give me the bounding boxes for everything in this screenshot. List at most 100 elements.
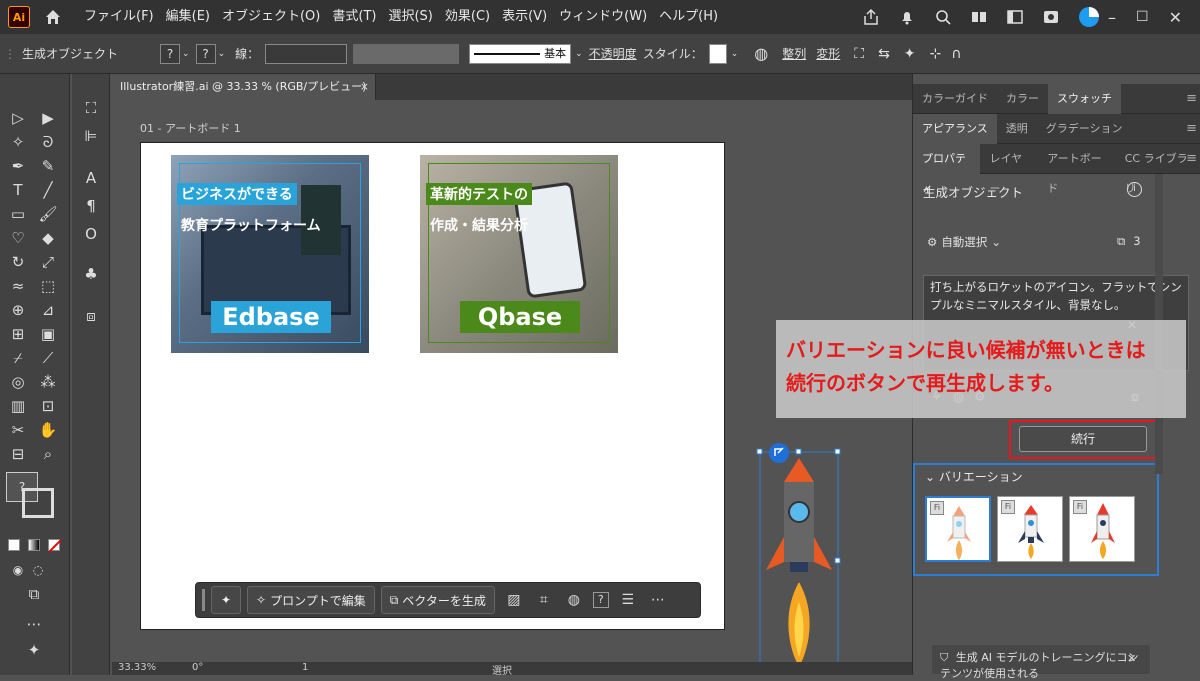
- transform-link[interactable]: 変形: [816, 45, 840, 62]
- character-panel-icon[interactable]: A: [81, 168, 101, 188]
- gradient-mode-icon[interactable]: [28, 539, 40, 551]
- shape-builder-tool-icon[interactable]: ⊕: [8, 300, 28, 320]
- blend-tool-icon[interactable]: ◎: [8, 372, 28, 392]
- tab-swatches[interactable]: スウォッチ: [1048, 83, 1121, 114]
- drag-handle[interactable]: [202, 589, 205, 611]
- slice-tool-icon[interactable]: ✂: [8, 420, 28, 440]
- puppet-warp-icon[interactable]: ✦: [904, 46, 916, 62]
- generate-vector-button[interactable]: ⧉ ベクターを生成: [380, 586, 495, 614]
- symbol-sprayer-tool-icon[interactable]: ⁂: [38, 372, 58, 392]
- paintbrush-tool-icon[interactable]: 🖌: [38, 204, 58, 224]
- tab-transparency[interactable]: 透明: [997, 114, 1037, 144]
- artboard-tool-icon[interactable]: ⊡: [38, 396, 58, 416]
- free-transform-tool-icon[interactable]: ⬚: [38, 276, 58, 296]
- tab-appearance[interactable]: アピアランス: [913, 113, 997, 144]
- shaper-tool-icon[interactable]: ♡: [8, 228, 28, 248]
- stroke-dropdown-icon[interactable]: ⌄: [218, 49, 226, 59]
- brush-dropdown-icon[interactable]: ⌄: [575, 49, 583, 59]
- search-icon[interactable]: [934, 8, 952, 26]
- menu-file[interactable]: ファイル(F): [78, 0, 160, 34]
- rectangle-tool-icon[interactable]: ▭: [8, 204, 28, 224]
- document-tab[interactable]: Illustrator練習.ai @ 33.33 % (RGB/プレビュー) ×: [112, 74, 376, 100]
- more-tools-icon[interactable]: ⋯: [24, 614, 44, 634]
- menu-effect[interactable]: 効果(C): [439, 0, 496, 34]
- generative-badge-icon[interactable]: [768, 442, 790, 464]
- symbols-panel-icon[interactable]: ♣: [81, 264, 101, 284]
- menu-select[interactable]: 選択(S): [382, 0, 438, 34]
- pathfinder-panel-icon[interactable]: ⧈: [81, 306, 101, 326]
- type-tool-icon[interactable]: T: [8, 180, 28, 200]
- close-window-icon[interactable]: ✕: [1169, 8, 1182, 27]
- mask-icon[interactable]: ▨: [503, 589, 525, 611]
- generative-tool-icon[interactable]: ✦: [24, 640, 44, 660]
- opacity-label[interactable]: 不透明度: [589, 45, 637, 62]
- tab-color[interactable]: カラー: [997, 84, 1048, 114]
- menu-help[interactable]: ヘルプ(H): [653, 0, 724, 34]
- lasso-tool-icon[interactable]: ᘐ: [38, 132, 58, 152]
- expand-icon[interactable]: ⌗: [533, 589, 555, 611]
- draw-behind-icon[interactable]: ◌: [28, 560, 48, 580]
- tab-properties[interactable]: プロパティ: [913, 143, 981, 195]
- panel-menu-icon[interactable]: ≡: [1186, 91, 1197, 106]
- align-panel-icon[interactable]: ⊫: [81, 126, 101, 146]
- snap-pixel-icon[interactable]: ⊹: [930, 46, 942, 62]
- draw-normal-icon[interactable]: ◉: [8, 560, 28, 580]
- discover-icon[interactable]: [1042, 8, 1060, 26]
- eyedropper-tool-icon[interactable]: ⌿: [8, 348, 28, 368]
- close-tab-icon[interactable]: ×: [360, 74, 369, 100]
- menu-type[interactable]: 書式(T): [326, 0, 382, 34]
- properties-icon[interactable]: ☰: [617, 589, 639, 611]
- panel-layout-icon[interactable]: [1006, 8, 1024, 26]
- graph-tool-icon[interactable]: ▥: [8, 396, 28, 416]
- edit-with-prompt-button[interactable]: ✧ プロンプトで編集: [247, 586, 375, 614]
- tab-gradient[interactable]: グラデーション: [1037, 114, 1132, 144]
- menu-object[interactable]: オブジェクト(O): [216, 0, 326, 34]
- style-swatch[interactable]: [708, 43, 727, 64]
- eraser-tool-icon[interactable]: ◆: [38, 228, 58, 248]
- arrange-icon[interactable]: ⇆: [878, 46, 890, 62]
- rotate-tool-icon[interactable]: ↻: [8, 252, 28, 272]
- variation-thumbnail[interactable]: Fi: [1069, 496, 1135, 562]
- rotation-angle[interactable]: 0°: [192, 662, 203, 673]
- cloud-status-icon[interactable]: [1078, 6, 1100, 28]
- brush-preset-select[interactable]: 基本: [469, 43, 572, 64]
- magic-wand-tool-icon[interactable]: ✧: [8, 132, 28, 152]
- auto-select-dropdown[interactable]: ⚙ 自動選択 ⌄: [927, 234, 1001, 250]
- direct-selection-tool-icon[interactable]: ▶: [38, 108, 58, 128]
- gradient-tool-icon[interactable]: ▣: [38, 324, 58, 344]
- artboards-panel-icon[interactable]: ⛶: [81, 98, 101, 118]
- snap-grid-icon[interactable]: ∩: [951, 46, 961, 62]
- measure-tool-icon[interactable]: ⟋: [38, 348, 58, 368]
- stroke-color-box[interactable]: [22, 488, 54, 518]
- zoom-level[interactable]: 33.33%: [118, 662, 156, 673]
- tab-artboards[interactable]: アートボード: [1038, 144, 1116, 195]
- notification-icon[interactable]: [898, 8, 916, 26]
- panel-menu-icon[interactable]: ≡: [1186, 121, 1197, 136]
- info-icon[interactable]: i: [1127, 182, 1142, 197]
- line-tool-icon[interactable]: ╱: [38, 180, 58, 200]
- close-notice-icon[interactable]: ✕: [1127, 652, 1136, 665]
- zoom-tool-icon[interactable]: ⌕: [38, 444, 58, 464]
- width-tool-icon[interactable]: ≈: [8, 276, 28, 296]
- variation-thumbnail[interactable]: Fi: [925, 496, 991, 562]
- more-options-icon[interactable]: ⋯: [647, 589, 669, 611]
- artboard-number[interactable]: 1: [302, 662, 308, 673]
- stroke-weight-field[interactable]: [265, 43, 348, 64]
- curvature-tool-icon[interactable]: ✎: [38, 156, 58, 176]
- panel-menu-icon[interactable]: ≡: [1186, 151, 1197, 166]
- color-mode-icon[interactable]: [8, 539, 20, 551]
- mesh-tool-icon[interactable]: ⊞: [8, 324, 28, 344]
- menu-view[interactable]: 表示(V): [496, 0, 553, 34]
- edbase-card[interactable]: ビジネスができる 教育プラットフォーム Edbase: [171, 155, 369, 353]
- workspace-icon[interactable]: [970, 8, 988, 26]
- fill-dropdown-icon[interactable]: ⌄: [182, 49, 190, 59]
- share-icon[interactable]: [862, 8, 880, 26]
- menu-edit[interactable]: 編集(E): [160, 0, 216, 34]
- generative-icon[interactable]: ✦: [211, 586, 241, 614]
- paragraph-panel-icon[interactable]: ¶: [81, 196, 101, 216]
- print-tiling-tool-icon[interactable]: ⊟: [8, 444, 28, 464]
- minimize-icon[interactable]: –: [1108, 8, 1116, 27]
- align-link[interactable]: 整列: [782, 45, 806, 62]
- variation-thumbnail[interactable]: Fi: [997, 496, 1063, 562]
- style-dropdown-icon[interactable]: ⌄: [731, 49, 739, 59]
